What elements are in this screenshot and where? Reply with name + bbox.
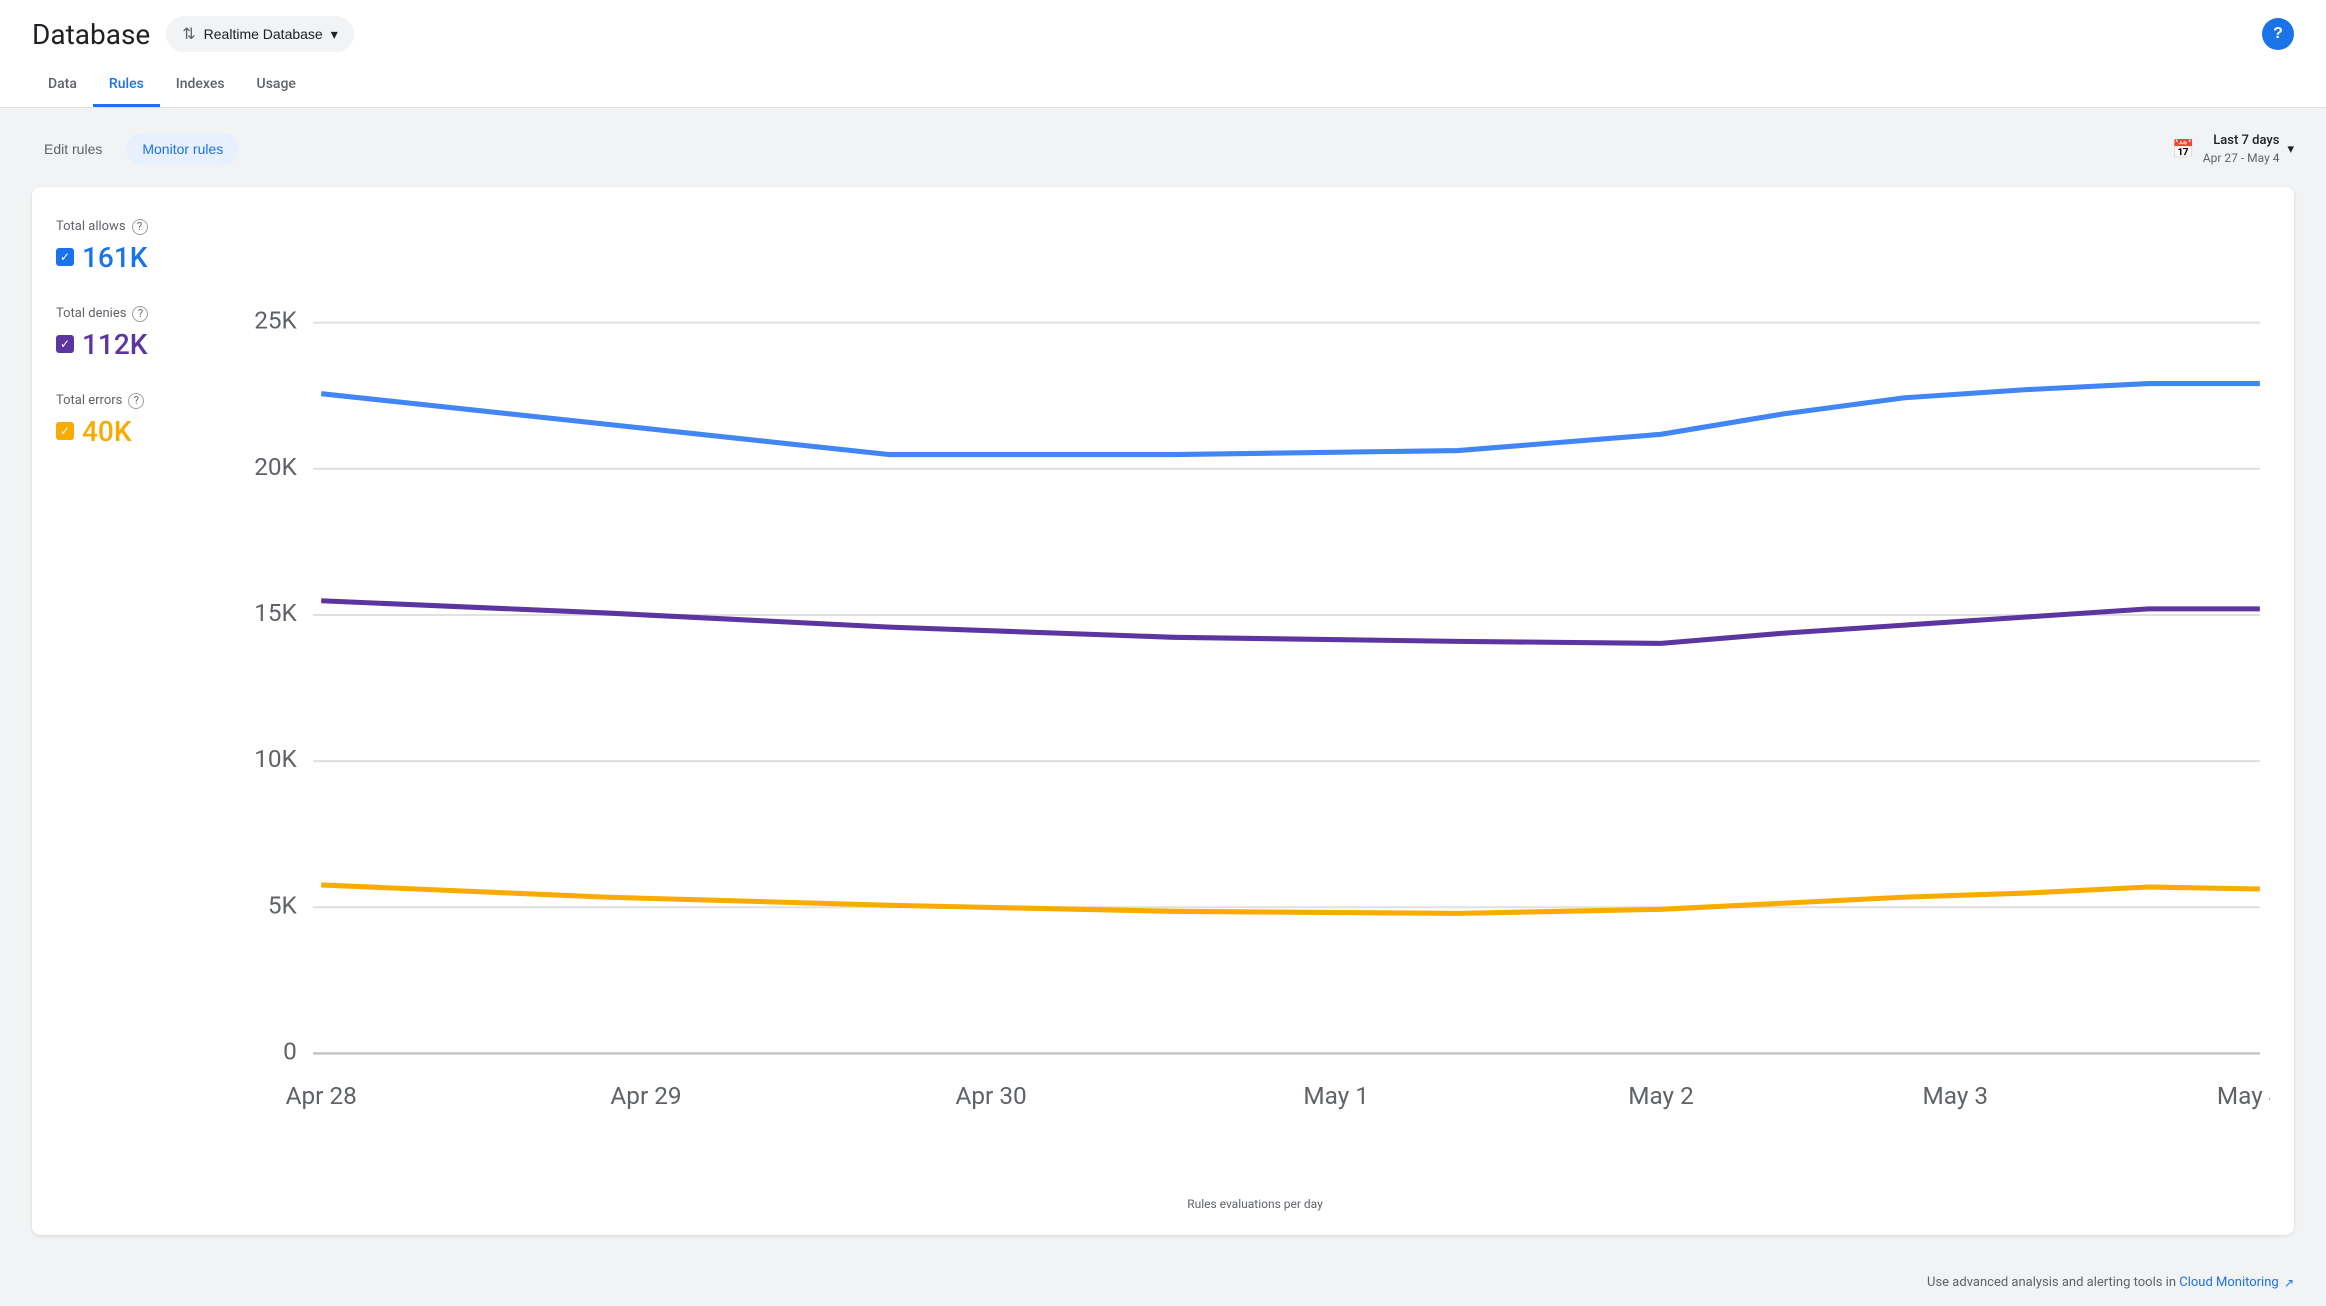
chart-legend: Total allows ? 161K Total denies ? <box>56 211 216 1211</box>
legend-text-denies: Total denies <box>56 306 126 321</box>
allows-count: 161K <box>82 241 147 274</box>
svg-text:May 2: May 2 <box>1628 1081 1694 1110</box>
legend-text-allows: Total allows <box>56 219 126 234</box>
legend-value-allows: 161K <box>56 241 216 274</box>
legend-value-errors: 40K <box>56 415 216 448</box>
external-link-icon: ↗ <box>2284 1276 2294 1290</box>
checkbox-errors[interactable] <box>56 422 74 440</box>
checkbox-denies[interactable] <box>56 335 74 353</box>
svg-text:Apr 29: Apr 29 <box>610 1081 681 1110</box>
svg-text:May 1: May 1 <box>1303 1081 1369 1110</box>
errors-count: 40K <box>82 415 132 448</box>
chart-layout: Total allows ? 161K Total denies ? <box>56 211 2270 1211</box>
legend-label-errors: Total errors ? <box>56 393 216 409</box>
svg-text:May 3: May 3 <box>1923 1081 1989 1110</box>
tab-indexes[interactable]: Indexes <box>160 64 241 107</box>
tab-usage[interactable]: Usage <box>241 64 312 107</box>
footer-note: Use advanced analysis and alerting tools… <box>0 1259 2326 1306</box>
chevron-down-icon: ▾ <box>2287 142 2294 157</box>
checkbox-allows[interactable] <box>56 248 74 266</box>
legend-text-errors: Total errors <box>56 393 122 408</box>
svg-text:Apr 30: Apr 30 <box>956 1081 1027 1110</box>
legend-value-denies: 112K <box>56 328 216 361</box>
db-selector-button[interactable]: ⇅ Realtime Database ▾ <box>166 16 354 52</box>
help-icon-denies[interactable]: ? <box>132 306 148 322</box>
page-header: Database ⇅ Realtime Database ▾ ? Data Ru… <box>0 0 2326 108</box>
svg-text:0: 0 <box>283 1037 297 1066</box>
date-range-selector[interactable]: 📅 Last 7 days Apr 27 - May 4 ▾ <box>2172 132 2294 167</box>
toolbar-left: Edit rules Monitor rules <box>32 133 239 165</box>
tab-data[interactable]: Data <box>32 64 93 107</box>
chart-svg: 25K 20K 15K 10K 5K 0 <box>240 211 2270 1185</box>
calendar-icon: 📅 <box>2172 139 2194 160</box>
date-range-line1: Last 7 days <box>2203 132 2280 150</box>
tab-rules[interactable]: Rules <box>93 64 160 107</box>
svg-text:10K: 10K <box>254 744 297 773</box>
svg-text:May 4: May 4 <box>2217 1081 2270 1110</box>
help-icon-allows[interactable]: ? <box>132 219 148 235</box>
svg-text:5K: 5K <box>268 890 298 919</box>
edit-rules-button[interactable]: Edit rules <box>32 133 114 165</box>
chart-x-axis-label: Rules evaluations per day <box>240 1197 2270 1211</box>
svg-text:15K: 15K <box>254 598 297 627</box>
footer-text: Use advanced analysis and alerting tools… <box>1927 1275 2176 1290</box>
main-content: Edit rules Monitor rules 📅 Last 7 days A… <box>0 108 2326 1259</box>
db-selector-icon: ⇅ <box>182 24 195 44</box>
help-button[interactable]: ? <box>2262 18 2294 50</box>
denies-count: 112K <box>82 328 147 361</box>
monitor-rules-button[interactable]: Monitor rules <box>126 133 239 165</box>
legend-label-denies: Total denies ? <box>56 306 216 322</box>
svg-text:25K: 25K <box>254 306 297 335</box>
cloud-monitoring-link[interactable]: Cloud Monitoring ↗ <box>2179 1275 2294 1290</box>
toolbar: Edit rules Monitor rules 📅 Last 7 days A… <box>32 132 2294 167</box>
legend-label-allows: Total allows ? <box>56 219 216 235</box>
chart-card: Total allows ? 161K Total denies ? <box>32 187 2294 1235</box>
date-range-line2: Apr 27 - May 4 <box>2203 150 2280 167</box>
db-selector-label: Realtime Database <box>204 26 323 42</box>
legend-item-allows: Total allows ? 161K <box>56 219 216 274</box>
svg-text:20K: 20K <box>254 452 297 481</box>
svg-text:Apr 28: Apr 28 <box>286 1081 357 1110</box>
chevron-down-icon: ▾ <box>331 26 338 43</box>
date-range-text: Last 7 days Apr 27 - May 4 <box>2203 132 2280 167</box>
legend-item-errors: Total errors ? 40K <box>56 393 216 448</box>
chart-area: 25K 20K 15K 10K 5K 0 <box>240 211 2270 1211</box>
legend-item-denies: Total denies ? 112K <box>56 306 216 361</box>
nav-tabs: Data Rules Indexes Usage <box>32 64 2294 107</box>
help-icon-errors[interactable]: ? <box>128 393 144 409</box>
page-title: Database <box>32 18 150 51</box>
